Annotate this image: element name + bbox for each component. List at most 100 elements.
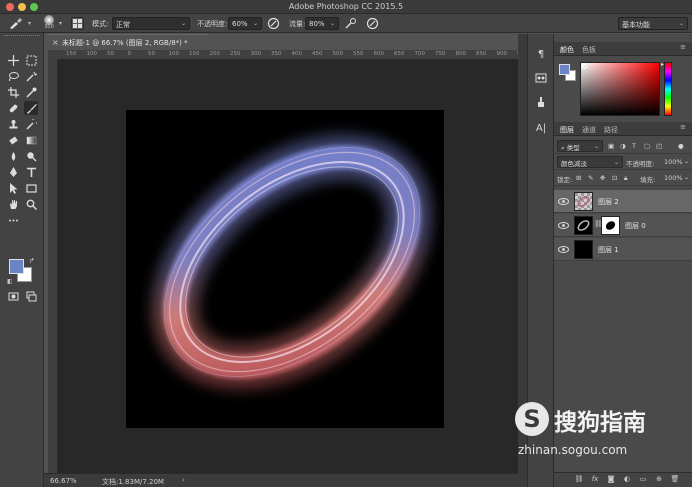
- pen-tool[interactable]: [6, 165, 20, 179]
- toolbar-grip[interactable]: [4, 35, 40, 38]
- tab-channels[interactable]: 通道: [582, 125, 596, 135]
- filter-type-icon[interactable]: T: [632, 142, 636, 150]
- swap-colors-icon[interactable]: ↱: [29, 257, 35, 265]
- tab-swatches[interactable]: 色板: [582, 45, 596, 55]
- healing-brush-tool[interactable]: [6, 101, 20, 115]
- opacity-field[interactable]: 60% ⌄: [228, 17, 262, 30]
- move-tool[interactable]: [6, 53, 20, 67]
- filter-toggle-icon[interactable]: ●: [678, 142, 684, 150]
- layer-row-layer-1[interactable]: 图层 1: [554, 238, 692, 261]
- visibility-eye-icon[interactable]: [557, 220, 569, 230]
- marquee-tool[interactable]: [24, 53, 38, 67]
- filter-adjustment-icon[interactable]: ◑: [620, 142, 626, 150]
- new-layer-icon[interactable]: ⊕: [654, 475, 664, 485]
- pressure-opacity-button[interactable]: [267, 17, 280, 32]
- tab-layers[interactable]: 图层: [560, 125, 574, 135]
- status-menu-arrow-icon[interactable]: ›: [182, 476, 185, 484]
- tab-color[interactable]: 颜色: [560, 45, 574, 55]
- layer-row-layer-2[interactable]: 图层 2: [554, 190, 692, 213]
- brush-panel-toggle-button[interactable]: [71, 17, 84, 30]
- lasso-tool[interactable]: [6, 69, 20, 83]
- layer-mask-thumbnail[interactable]: [601, 216, 620, 235]
- crop-tool[interactable]: [6, 85, 20, 99]
- blend-mode-select[interactable]: 正常 ⌄: [112, 17, 190, 30]
- chevron-down-icon[interactable]: ⌄: [684, 158, 689, 165]
- document-tab[interactable]: × 未标题-1 @ 66.7% (图层 2, RGB/8*) *: [48, 34, 208, 50]
- color-panel-tabs: 颜色 色板 ≡: [554, 42, 692, 56]
- brush-tool[interactable]: [24, 101, 38, 115]
- panel-menu-icon[interactable]: ≡: [680, 123, 686, 131]
- brush-tool-preset-icon[interactable]: [8, 17, 24, 32]
- layer-blend-mode-select[interactable]: 颜色减淡 ⌄: [557, 156, 623, 168]
- lock-position-icon[interactable]: ✥: [600, 174, 605, 182]
- add-mask-icon[interactable]: ◙: [606, 475, 616, 485]
- hand-tool[interactable]: [6, 197, 20, 211]
- link-layers-icon[interactable]: ⛓︎: [574, 475, 584, 485]
- lock-label: 锁定:: [557, 176, 573, 184]
- foreground-color-swatch[interactable]: [9, 259, 24, 274]
- dodge-tool[interactable]: [24, 149, 38, 163]
- hue-slider-marker-icon[interactable]: ▸: [661, 61, 664, 68]
- screen-mode-button[interactable]: [24, 289, 38, 303]
- lock-pixels-icon[interactable]: ✎: [588, 174, 593, 182]
- tab-paths[interactable]: 路径: [604, 125, 618, 135]
- title-bar: Adobe Photoshop CC 2015.5: [0, 0, 692, 14]
- lock-transparent-icon[interactable]: ⊞: [576, 174, 581, 182]
- color-picker-field[interactable]: [580, 62, 660, 116]
- chevron-down-icon[interactable]: ⌄: [684, 174, 689, 181]
- eraser-tool[interactable]: [6, 133, 20, 147]
- default-colors-icon[interactable]: ◧: [7, 278, 13, 285]
- pressure-size-button[interactable]: [366, 17, 379, 32]
- filter-pixel-icon[interactable]: ▣: [608, 142, 614, 150]
- gradient-tool[interactable]: [24, 133, 38, 147]
- visibility-eye-icon[interactable]: [557, 244, 569, 254]
- flow-field[interactable]: 80% ⌄: [305, 17, 339, 30]
- paragraph-panel-icon[interactable]: ¶: [533, 46, 549, 62]
- blur-tool[interactable]: [6, 149, 20, 163]
- vertical-ruler[interactable]: [48, 60, 58, 473]
- document-canvas[interactable]: [126, 110, 444, 428]
- color-picker-cursor[interactable]: [582, 64, 587, 69]
- tool-presets-panel-icon[interactable]: [533, 94, 549, 110]
- character-panel-icon[interactable]: A|: [533, 120, 549, 136]
- quick-select-tool[interactable]: [24, 69, 38, 83]
- clone-stamp-tool[interactable]: [6, 117, 20, 131]
- edit-toolbar-button[interactable]: [6, 213, 20, 227]
- visibility-eye-icon[interactable]: [557, 196, 569, 206]
- layer-row-layer-0[interactable]: ⛓︎ 图层 0: [554, 214, 692, 237]
- fill-value[interactable]: 100%: [664, 174, 683, 182]
- panel-foreground-swatch[interactable]: [559, 64, 570, 75]
- horizontal-ruler[interactable]: 150 100 50 0 50 100 150 200 250 300 350 400 450 500 55…: [58, 50, 518, 60]
- ruler-origin[interactable]: [48, 50, 58, 60]
- screen-mode-icon: [26, 291, 36, 301]
- brush-size-picker[interactable]: 300: [42, 15, 56, 30]
- quick-mask-button[interactable]: [6, 289, 20, 303]
- rectangle-tool[interactable]: [24, 181, 38, 195]
- new-group-icon[interactable]: ▭: [638, 475, 648, 485]
- brush-picker-caret-icon[interactable]: ▾: [59, 20, 62, 27]
- preset-caret-icon[interactable]: ▾: [28, 20, 31, 27]
- lock-all-icon[interactable]: 🔒︎: [624, 174, 627, 183]
- path-selection-tool[interactable]: [6, 181, 20, 195]
- layer-opacity-value[interactable]: 100%: [664, 158, 683, 166]
- zoom-tool[interactable]: [24, 197, 38, 211]
- history-brush-tool[interactable]: [24, 117, 38, 131]
- filter-shape-icon[interactable]: ▢: [644, 142, 650, 150]
- type-tool[interactable]: [24, 165, 38, 179]
- layer-lock-row: 锁定: ⊞ ✎ ✥ ⊡ 🔒︎ 填充: 100% ⌄: [554, 170, 692, 186]
- filter-smart-object-icon[interactable]: ◰: [656, 142, 662, 150]
- zoom-level[interactable]: 66.67%: [50, 477, 77, 485]
- adjustment-layer-icon[interactable]: ◐: [622, 475, 632, 485]
- layer-style-icon[interactable]: fx: [590, 475, 600, 485]
- eyedropper-tool[interactable]: [24, 85, 38, 99]
- airbrush-button[interactable]: [344, 17, 357, 32]
- workspace-switcher[interactable]: 基本功能 ⌄: [618, 17, 688, 30]
- trash-icon[interactable]: 🗑︎: [670, 475, 680, 485]
- lock-artboard-icon[interactable]: ⊡: [612, 174, 617, 182]
- close-icon[interactable]: ×: [52, 38, 59, 47]
- layer-kind-filter[interactable]: ⌕ 类型 ⌄: [557, 140, 603, 152]
- adjustments-panel-icon[interactable]: [533, 70, 549, 86]
- panel-menu-icon[interactable]: ≡: [680, 43, 686, 51]
- ruler-tick-label: 0: [127, 51, 132, 57]
- hue-slider[interactable]: [664, 62, 672, 116]
